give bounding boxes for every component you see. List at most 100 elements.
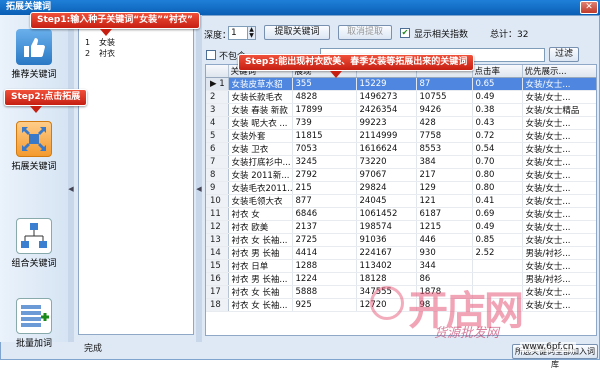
- table-cell: 女装/女士...: [522, 155, 596, 169]
- table-cell: 215: [292, 181, 357, 195]
- depth-stepper[interactable]: 1 ▲ ▼: [228, 26, 256, 40]
- table-cell: [472, 285, 523, 299]
- seed-word: 衬衣: [99, 49, 115, 58]
- show-index-checkbox[interactable]: ✔: [400, 28, 410, 38]
- table-row[interactable]: 16 衬衣 男 长袖... 1224 18128 86 男装/衬衫...: [206, 272, 596, 286]
- table-cell: 3245: [292, 155, 357, 169]
- table-cell: 6846: [292, 207, 357, 221]
- chevron-left-icon[interactable]: ◀: [196, 185, 202, 193]
- row-number: 2: [206, 90, 229, 104]
- table-row[interactable]: 4 女装 呢大衣 ... 739 99223 428 0.43 女装/女士...: [206, 116, 596, 130]
- row-number: 10: [206, 194, 229, 208]
- table-cell: 29824: [356, 181, 417, 195]
- sidebar-item-combine[interactable]: 组合关键词: [0, 212, 68, 272]
- table-row[interactable]: 5 女装外套 11815 2114999 7758 0.72 女装/女士...: [206, 129, 596, 143]
- exclude-checkbox[interactable]: [206, 50, 216, 60]
- table-cell: 0.43: [472, 116, 523, 130]
- sidebar: 推荐关键词 拓展关键词 组合关键词 批量加词: [0, 15, 68, 349]
- total-count: 总计：32: [490, 30, 529, 40]
- table-cell: 15229: [356, 77, 417, 91]
- table-row[interactable]: 2 女装长款毛衣 4828 1496273 10755 0.49 女装/女士...: [206, 90, 596, 104]
- extract-keywords-button[interactable]: 提取关键词: [264, 25, 330, 40]
- sidebar-item-label: 拓展关键词: [11, 162, 57, 172]
- middle-splitter[interactable]: ◀: [196, 15, 202, 342]
- table-cell: 0.69: [472, 207, 523, 221]
- close-button[interactable]: ✕: [580, 1, 598, 14]
- table-row[interactable]: 18 衬衣 女 长袖... 925 12720 98 女装/女士...: [206, 298, 596, 312]
- row-number: 4: [206, 116, 229, 130]
- table-row[interactable]: 17 衬衣 女 长袖 5888 347555 1878 女装/女士...: [206, 285, 596, 299]
- table-cell: 男装/衬衫...: [522, 246, 596, 260]
- sidebar-item-expand[interactable]: 拓展关键词: [0, 115, 68, 175]
- column-header[interactable]: 优先展示...: [522, 65, 596, 78]
- chevron-left-icon[interactable]: ◀: [68, 185, 74, 193]
- seed-word-list[interactable]: 1 女装 2 衬衣: [78, 25, 194, 335]
- row-number: 9: [206, 181, 229, 195]
- row-number: 8: [206, 168, 229, 182]
- table-cell: 女装毛领大衣: [228, 194, 293, 208]
- table-cell: 925: [292, 298, 357, 312]
- table-cell: 女装毛衣2011...: [228, 181, 293, 195]
- callout-pointer-icon: [330, 71, 342, 78]
- add-all-to-library-button[interactable]: 所选关键词全部加入词库: [512, 344, 598, 369]
- table-cell: 73220: [356, 155, 417, 169]
- sidebar-item-batch[interactable]: 批量加词: [0, 292, 68, 352]
- table-row[interactable]: 9 女装毛衣2011... 215 29824 129 0.80 女装/女士...: [206, 181, 596, 195]
- table-cell: 女装/女士...: [522, 220, 596, 234]
- cancel-extract-button[interactable]: 取消提取: [338, 25, 392, 40]
- table-cell: 6187: [416, 207, 473, 221]
- table-row[interactable]: ▶ 1 女装皮草水貂 355 15229 87 0.65 女装/女士...: [206, 77, 596, 91]
- table-cell: 18128: [356, 272, 417, 286]
- table-row[interactable]: 6 女装 卫衣 7053 1616624 8553 0.54 女装/女士...: [206, 142, 596, 156]
- table-cell: 女装/女士...: [522, 233, 596, 247]
- table-row[interactable]: 8 女装 2011新... 2792 97067 217 0.80 女装/女士...: [206, 168, 596, 182]
- table-row[interactable]: 10 女装毛领大衣 877 24045 121 0.41 女装/女士...: [206, 194, 596, 208]
- table-cell: 1878: [416, 285, 473, 299]
- table-row[interactable]: 15 衬衣 日单 1288 113402 344 女装/女士...: [206, 259, 596, 273]
- table-cell: 女装/女士...: [522, 116, 596, 130]
- row-number: 3: [206, 103, 229, 117]
- table-row[interactable]: 11 衬衣 女 6846 1061452 6187 0.69 女装/女士...: [206, 207, 596, 221]
- table-cell: 衬衣 日单: [228, 259, 293, 273]
- table-cell: 0.54: [472, 142, 523, 156]
- callout-pointer-icon: [30, 106, 42, 113]
- table-cell: 衬衣 男 长袖: [228, 246, 293, 260]
- list-item[interactable]: 2 衬衣: [79, 48, 193, 59]
- table-row[interactable]: 12 衬衣 欧美 2137 198574 1215 0.49 女装/女士...: [206, 220, 596, 234]
- table-row[interactable]: 14 衬衣 男 长袖 4414 224167 930 2.52 男装/衬衫...: [206, 246, 596, 260]
- table-cell: 347555: [356, 285, 417, 299]
- row-number: 12: [206, 220, 229, 234]
- table-cell: [472, 259, 523, 273]
- table-cell: 0.80: [472, 181, 523, 195]
- table-row[interactable]: 13 衬衣 女 长袖... 2725 91036 446 0.85 女装/女士...: [206, 233, 596, 247]
- table-cell: 0.41: [472, 194, 523, 208]
- list-item[interactable]: 1 女装: [79, 37, 193, 48]
- spin-arrows-icon[interactable]: ▲ ▼: [247, 27, 255, 39]
- column-header[interactable]: 点击率: [472, 65, 523, 78]
- callout-step3: Step3:能出现衬衣欧美、春季女装等拓展出来的关键词: [238, 54, 475, 71]
- left-splitter[interactable]: ◀: [68, 15, 74, 342]
- sidebar-item-label: 批量加词: [15, 339, 52, 349]
- table-cell: 428: [416, 116, 473, 130]
- column-header[interactable]: [206, 65, 229, 78]
- table-cell: 女装/女士...: [522, 181, 596, 195]
- row-number: 18: [206, 298, 229, 312]
- table-cell: 930: [416, 246, 473, 260]
- table-row[interactable]: 3 女装 春装 新款 17899 2426354 9426 0.38 女装/女士精品: [206, 103, 596, 117]
- row-number: 15: [206, 259, 229, 273]
- filter-button[interactable]: 过滤: [549, 47, 579, 62]
- sidebar-item-recommend[interactable]: 推荐关键词: [0, 23, 68, 83]
- table-cell: 女装打底衫中...: [228, 155, 293, 169]
- table-row[interactable]: 7 女装打底衫中... 3245 73220 384 0.70 女装/女士...: [206, 155, 596, 169]
- table-cell: 女装 春装 新款: [228, 103, 293, 117]
- keyword-table[interactable]: 关键词 展现 点击率 优先展示... ▶ 1 女装皮草水貂 355 15229 87 0.65 女…: [205, 64, 597, 336]
- table-cell: 2114999: [356, 129, 417, 143]
- table-cell: 女装/女士...: [522, 142, 596, 156]
- seed-word: 女装: [99, 38, 115, 47]
- table-cell: 384: [416, 155, 473, 169]
- table-cell: 99223: [356, 116, 417, 130]
- table-cell: [472, 272, 523, 286]
- table-cell: 2725: [292, 233, 357, 247]
- table-cell: 0.38: [472, 103, 523, 117]
- table-cell: 11815: [292, 129, 357, 143]
